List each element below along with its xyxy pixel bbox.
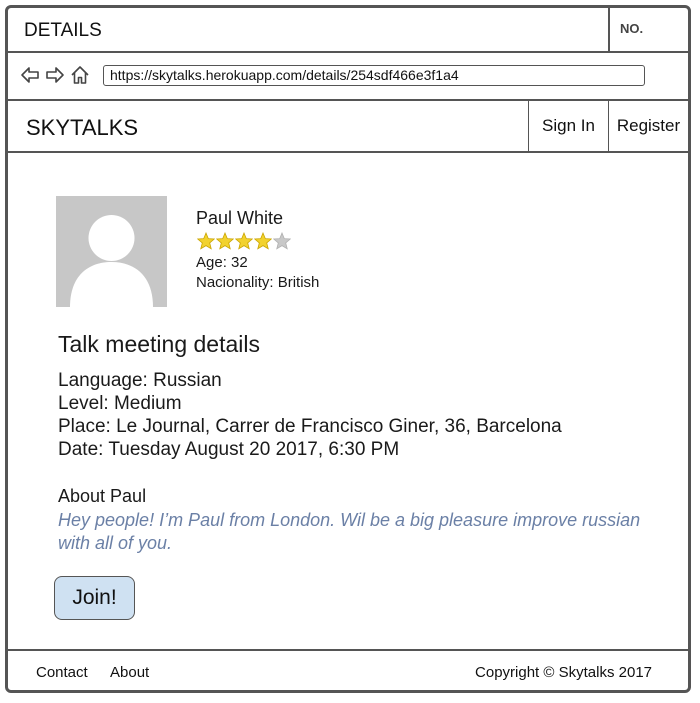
join-button[interactable]: Join!	[54, 576, 135, 620]
user-silhouette-icon	[70, 215, 153, 307]
url-input[interactable]: https://skytalks.herokuapp.com/details/2…	[103, 65, 645, 86]
site-logo[interactable]: SKYTALKS	[26, 115, 138, 141]
talk-date: Date: Tuesday August 20 2017, 6:30 PM	[58, 439, 400, 460]
star-icon	[216, 232, 234, 250]
site-header: SKYTALKS Sign In Register	[8, 101, 688, 153]
talk-details-heading: Talk meeting details	[58, 331, 260, 357]
footer-about-link[interactable]: About	[110, 664, 149, 681]
talk-place: Place: Le Journal, Carrer de Francisco G…	[58, 416, 562, 437]
footer-contact-link[interactable]: Contact	[36, 664, 88, 681]
home-icon[interactable]	[70, 65, 90, 85]
talk-language: Language: Russian	[58, 370, 222, 391]
address-bar: https://skytalks.herokuapp.com/details/2…	[8, 53, 688, 101]
window-title: DETAILS	[24, 20, 102, 41]
star-icon	[197, 232, 215, 250]
about-heading: About Paul	[58, 486, 147, 506]
register-button[interactable]: Register	[608, 101, 688, 151]
back-arrow-icon[interactable]	[20, 65, 40, 85]
user-name: Paul White	[196, 208, 284, 228]
star-rating	[197, 232, 291, 250]
sign-in-button[interactable]: Sign In	[528, 101, 608, 151]
star-icon	[235, 232, 253, 250]
about-text: Hey people! I’m Paul from London. Wil be…	[58, 510, 641, 553]
star-icon	[273, 232, 291, 250]
forward-arrow-icon[interactable]	[45, 65, 65, 85]
browser-window: DETAILS NO. https://skytalks.herokuapp.c…	[5, 5, 691, 693]
star-icon	[254, 232, 272, 250]
window-number-label: NO.	[608, 8, 688, 51]
avatar	[56, 196, 167, 307]
user-age: Age: 32	[196, 254, 248, 271]
talk-level: Level: Medium	[58, 393, 182, 414]
site-footer: Contact About Copyright © Skytalks 2017	[8, 649, 688, 690]
user-nationality: Nacionality: British	[196, 274, 320, 291]
copyright-text: Copyright © Skytalks 2017	[475, 664, 652, 681]
window-titlebar: DETAILS NO.	[8, 8, 688, 53]
